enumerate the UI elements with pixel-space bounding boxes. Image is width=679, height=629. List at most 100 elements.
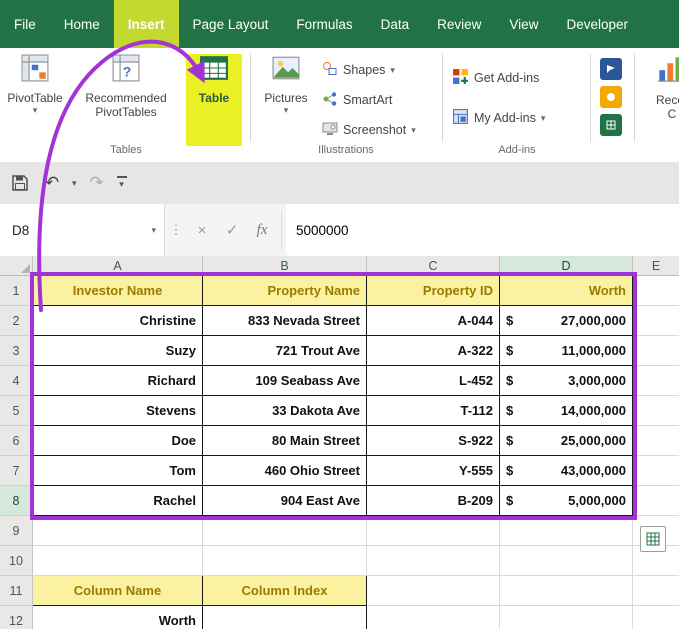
- tab-home[interactable]: Home: [50, 0, 114, 48]
- recommended-charts-button[interactable]: Recor C: [642, 54, 679, 146]
- column-header-e[interactable]: E: [633, 256, 679, 276]
- cell-a10[interactable]: [33, 546, 203, 576]
- cell-b2[interactable]: 833 Nevada Street: [203, 306, 367, 336]
- cell-d8-active[interactable]: $ 5,000,000: [500, 486, 633, 516]
- cell-c3[interactable]: A-322: [367, 336, 500, 366]
- row-header-9[interactable]: 9: [0, 516, 33, 546]
- cell-d9[interactable]: [500, 516, 633, 546]
- cell-e8[interactable]: [633, 486, 679, 516]
- cell-d3[interactable]: $ 11,000,000: [500, 336, 633, 366]
- cell-d11[interactable]: [500, 576, 633, 606]
- pivottable-button[interactable]: PivotTable ▾: [4, 54, 66, 146]
- enter-button[interactable]: ✓: [217, 204, 247, 256]
- cell-b7[interactable]: 460 Ohio Street: [203, 456, 367, 486]
- cell-c2[interactable]: A-044: [367, 306, 500, 336]
- name-box[interactable]: D8 ▾: [0, 204, 165, 256]
- row-header-1[interactable]: 1: [0, 276, 33, 306]
- row-header-10[interactable]: 10: [0, 546, 33, 576]
- cell-a9[interactable]: [33, 516, 203, 546]
- addin-shortcut-icon-yellow[interactable]: [600, 86, 622, 108]
- column-header-b[interactable]: B: [203, 256, 367, 276]
- column-header-d[interactable]: D: [500, 256, 633, 276]
- column-header-a[interactable]: A: [33, 256, 203, 276]
- row-header-3[interactable]: 3: [0, 336, 33, 366]
- tab-formulas[interactable]: Formulas: [282, 0, 366, 48]
- row-header-6[interactable]: 6: [0, 426, 33, 456]
- cell-d7[interactable]: $ 43,000,000: [500, 456, 633, 486]
- cell-c12[interactable]: [367, 606, 500, 629]
- cell-c7[interactable]: Y-555: [367, 456, 500, 486]
- cell-c9[interactable]: [367, 516, 500, 546]
- row-header-7[interactable]: 7: [0, 456, 33, 486]
- cell-d4[interactable]: $ 3,000,000: [500, 366, 633, 396]
- cell-e4[interactable]: [633, 366, 679, 396]
- cell-d5[interactable]: $ 14,000,000: [500, 396, 633, 426]
- tab-review[interactable]: Review: [423, 0, 495, 48]
- cell-e6[interactable]: [633, 426, 679, 456]
- cancel-button[interactable]: ×: [187, 204, 217, 256]
- row-header-4[interactable]: 4: [0, 366, 33, 396]
- column-header-c[interactable]: C: [367, 256, 500, 276]
- cell-e12[interactable]: [633, 606, 679, 629]
- row-header-11[interactable]: 11: [0, 576, 33, 606]
- cell-a6[interactable]: Doe: [33, 426, 203, 456]
- cell-c5[interactable]: T-112: [367, 396, 500, 426]
- cell-b5[interactable]: 33 Dakota Ave: [203, 396, 367, 426]
- smartart-button[interactable]: SmartArt: [322, 88, 392, 112]
- tab-page-layout[interactable]: Page Layout: [179, 0, 283, 48]
- cell-a11[interactable]: Column Name: [33, 576, 203, 606]
- row-header-12[interactable]: 12: [0, 606, 33, 629]
- cell-b11[interactable]: Column Index: [203, 576, 367, 606]
- cell-b1[interactable]: Property Name: [203, 276, 367, 306]
- pictures-button[interactable]: Pictures ▾: [256, 54, 316, 146]
- cell-c8[interactable]: B-209: [367, 486, 500, 516]
- cell-d6[interactable]: $ 25,000,000: [500, 426, 633, 456]
- cell-a1[interactable]: Investor Name: [33, 276, 203, 306]
- cell-d1[interactable]: Worth: [500, 276, 633, 306]
- save-button[interactable]: [8, 170, 32, 196]
- tab-view[interactable]: View: [495, 0, 552, 48]
- select-all-corner[interactable]: [0, 256, 33, 276]
- cell-b8[interactable]: 904 East Ave: [203, 486, 367, 516]
- cell-e5[interactable]: [633, 396, 679, 426]
- cell-d10[interactable]: [500, 546, 633, 576]
- insert-function-button[interactable]: fx: [247, 204, 277, 256]
- tab-data[interactable]: Data: [367, 0, 424, 48]
- cell-c4[interactable]: L-452: [367, 366, 500, 396]
- addin-shortcut-icon-blue[interactable]: [600, 58, 622, 80]
- tab-developer[interactable]: Developer: [552, 0, 642, 48]
- formula-input[interactable]: 5000000: [286, 204, 679, 256]
- cell-e2[interactable]: [633, 306, 679, 336]
- cell-c10[interactable]: [367, 546, 500, 576]
- cell-b3[interactable]: 721 Trout Ave: [203, 336, 367, 366]
- tab-insert[interactable]: Insert: [113, 0, 179, 48]
- row-header-2[interactable]: 2: [0, 306, 33, 336]
- cell-c6[interactable]: S-922: [367, 426, 500, 456]
- get-addins-button[interactable]: Get Add-ins: [452, 66, 539, 90]
- quick-analysis-button[interactable]: [640, 526, 666, 552]
- undo-button[interactable]: ↶: [40, 170, 64, 196]
- recommended-pivottables-button[interactable]: ? Recommended PivotTables: [68, 54, 184, 146]
- cell-b12[interactable]: [203, 606, 367, 629]
- screenshot-button[interactable]: Screenshot ▾: [322, 118, 416, 142]
- my-addins-button[interactable]: My Add-ins ▾: [452, 106, 545, 130]
- row-header-8[interactable]: 8: [0, 486, 33, 516]
- cell-e7[interactable]: [633, 456, 679, 486]
- tab-file[interactable]: File: [0, 0, 50, 48]
- addin-shortcut-icon-green[interactable]: [600, 114, 622, 136]
- redo-button[interactable]: ↷: [85, 170, 109, 196]
- cell-e1[interactable]: [633, 276, 679, 306]
- cell-d2[interactable]: $ 27,000,000: [500, 306, 633, 336]
- cell-e3[interactable]: [633, 336, 679, 366]
- row-header-5[interactable]: 5: [0, 396, 33, 426]
- cell-b10[interactable]: [203, 546, 367, 576]
- shapes-button[interactable]: Shapes ▾: [322, 58, 395, 82]
- cell-d12[interactable]: [500, 606, 633, 629]
- cell-b6[interactable]: 80 Main Street: [203, 426, 367, 456]
- cell-a3[interactable]: Suzy: [33, 336, 203, 366]
- name-box-resize-handle[interactable]: ⋮: [165, 204, 187, 256]
- cell-c1[interactable]: Property ID: [367, 276, 500, 306]
- cell-a8[interactable]: Rachel: [33, 486, 203, 516]
- cell-a12[interactable]: Worth: [33, 606, 203, 629]
- cell-b4[interactable]: 109 Seabass Ave: [203, 366, 367, 396]
